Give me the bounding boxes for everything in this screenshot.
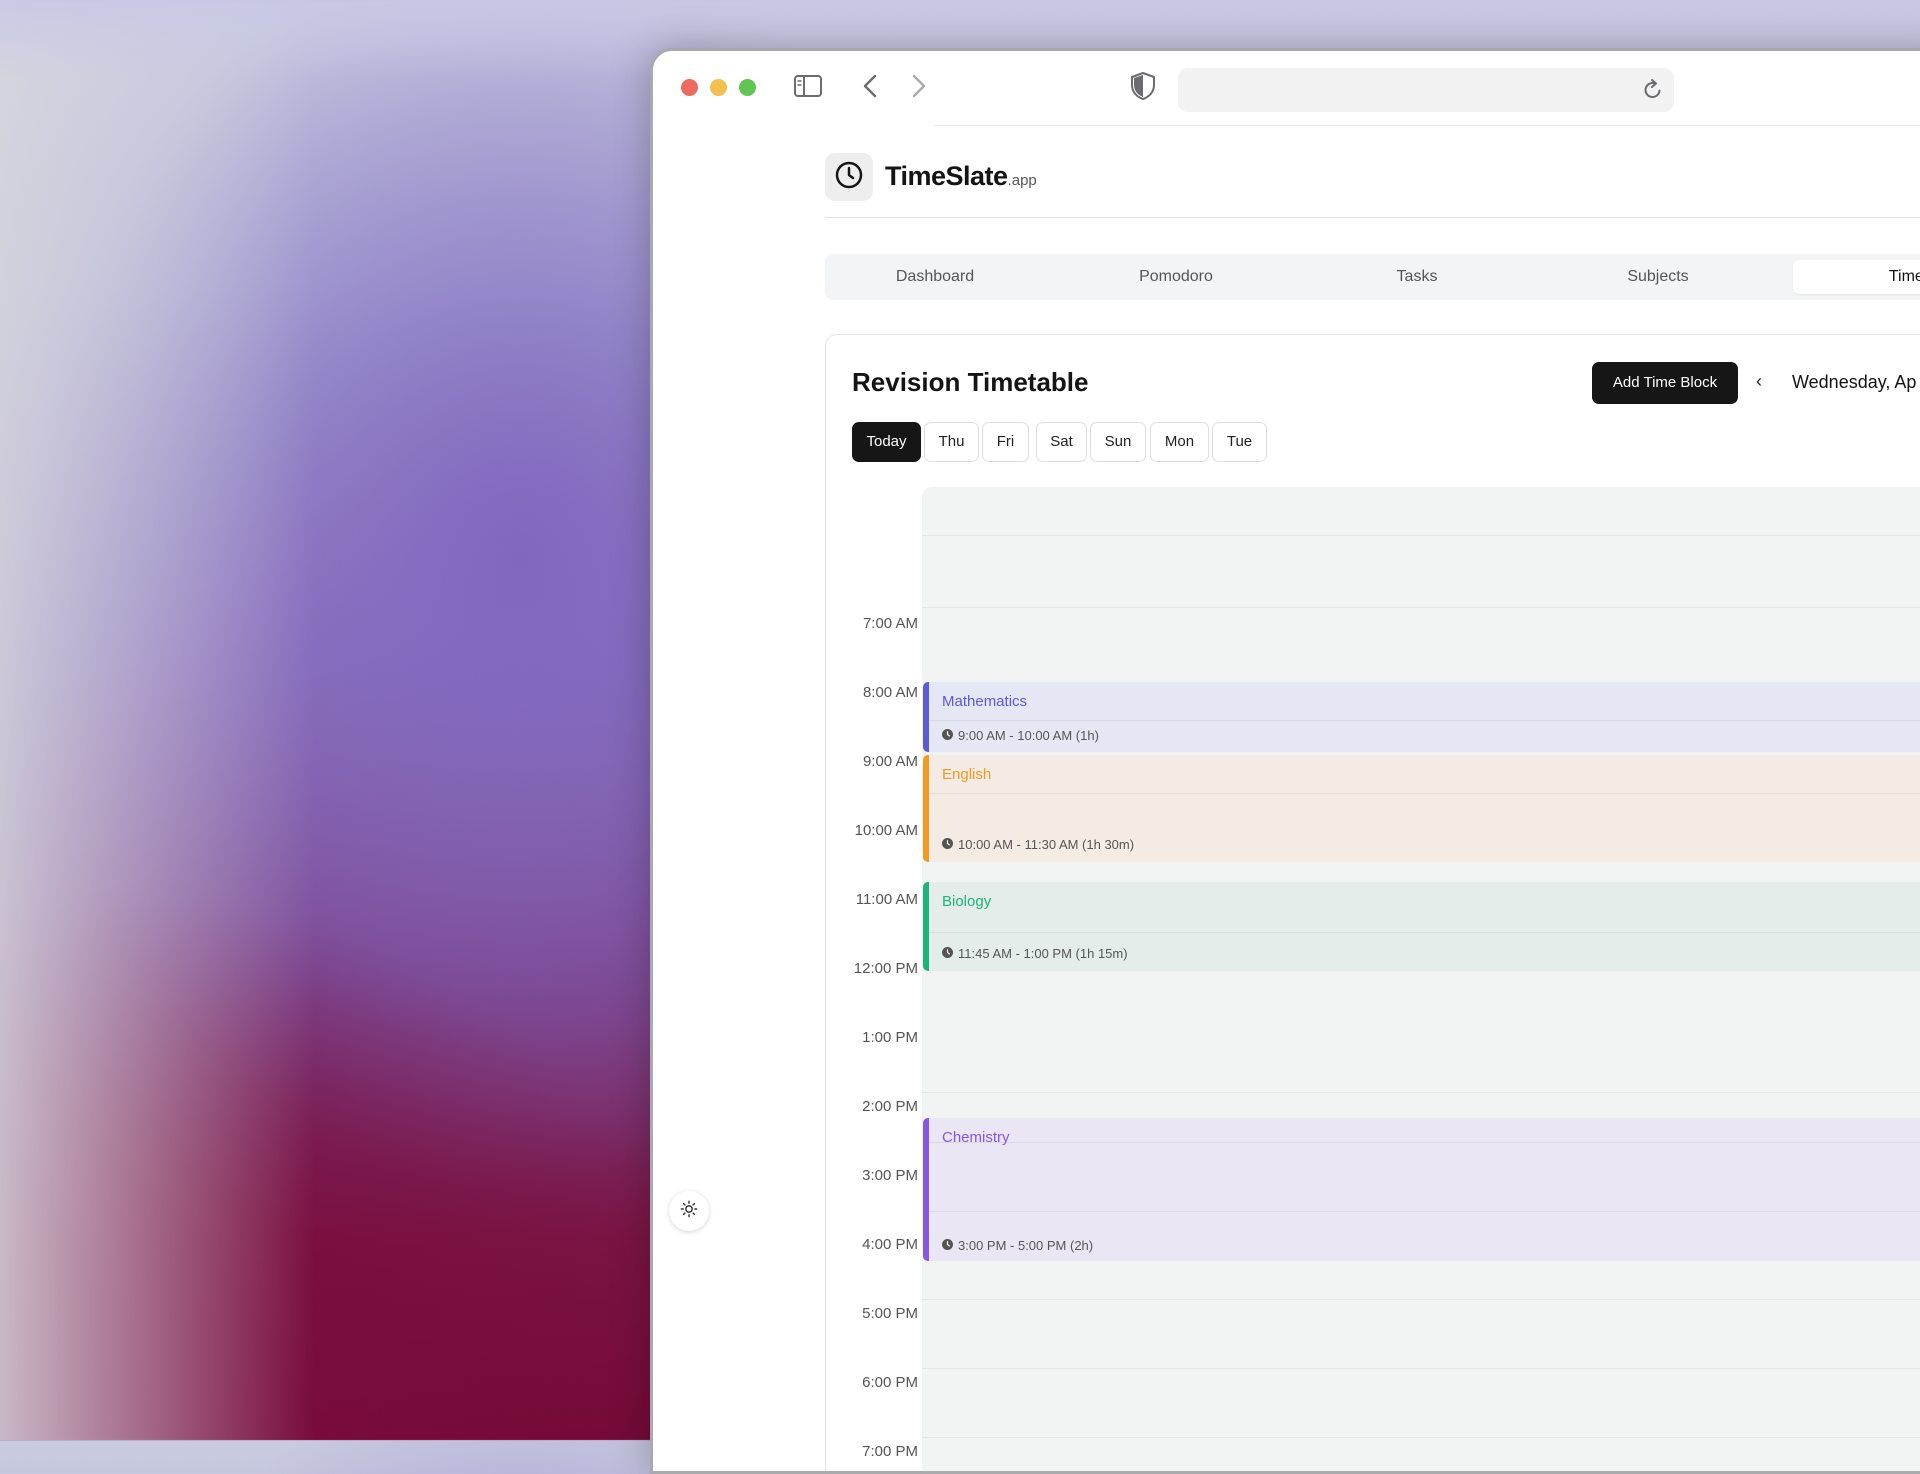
day-mon[interactable]: Mon bbox=[1150, 422, 1209, 462]
tab-pomodoro[interactable]: Pomodoro bbox=[1066, 260, 1286, 294]
block-subject: English bbox=[942, 766, 992, 783]
time-label: 1:00 PM bbox=[862, 1029, 918, 1046]
tab-tasks[interactable]: Tasks bbox=[1307, 260, 1527, 294]
day-sun[interactable]: Sun bbox=[1090, 422, 1146, 462]
back-arrow-icon[interactable] bbox=[856, 71, 886, 106]
tab-dashboard[interactable]: Dashboard bbox=[825, 260, 1045, 294]
zoom-window-button[interactable] bbox=[739, 79, 756, 96]
time-label: 7:00 PM bbox=[862, 1443, 918, 1460]
close-window-button[interactable] bbox=[681, 79, 698, 96]
block-divider bbox=[929, 1211, 1920, 1212]
time-label: 8:00 AM bbox=[862, 684, 918, 701]
time-label: 4:00 PM bbox=[862, 1236, 918, 1253]
time-label: 3:00 PM bbox=[862, 1167, 918, 1184]
time-label: 6:00 PM bbox=[862, 1374, 918, 1391]
address-bar[interactable] bbox=[1178, 68, 1674, 112]
block-time: 3:00 PM - 5:00 PM (2h) bbox=[942, 1238, 1093, 1253]
day-thu[interactable]: Thu bbox=[924, 422, 979, 462]
time-label: 2:00 PM bbox=[862, 1098, 918, 1115]
toolbar-divider bbox=[933, 125, 1920, 126]
time-label: 10:00 AM bbox=[854, 822, 918, 839]
time-label: 12:00 PM bbox=[853, 960, 918, 977]
block-divider bbox=[929, 1142, 1920, 1143]
tab-timetable[interactable]: Timeta bbox=[1793, 260, 1920, 294]
clock-icon bbox=[834, 160, 864, 195]
block-time: 9:00 AM - 10:00 AM (1h) bbox=[942, 728, 1099, 743]
browser-toolbar bbox=[653, 51, 1920, 125]
privacy-shield-icon[interactable] bbox=[1129, 71, 1157, 106]
block-divider bbox=[929, 720, 1920, 721]
clock-icon bbox=[942, 1238, 953, 1253]
timetable-grid[interactable] bbox=[922, 487, 1920, 1471]
block-time-text: 11:45 AM - 1:00 PM (1h 15m) bbox=[958, 946, 1128, 961]
time-label: 7:00 AM bbox=[862, 615, 918, 632]
theme-toggle-button[interactable] bbox=[669, 1191, 709, 1231]
block-time: 11:45 AM - 1:00 PM (1h 15m) bbox=[942, 946, 1128, 961]
block-time-text: 9:00 AM - 10:00 AM (1h) bbox=[958, 728, 1099, 743]
header-divider bbox=[825, 217, 1920, 218]
app-brand[interactable]: TimeSlate.app bbox=[885, 161, 1037, 192]
tab-subjects[interactable]: Subjects bbox=[1548, 260, 1768, 294]
clock-icon bbox=[942, 837, 953, 852]
forward-arrow-icon[interactable] bbox=[903, 71, 933, 106]
grid-line bbox=[922, 1092, 1920, 1093]
time-label: 9:00 AM bbox=[862, 753, 918, 770]
time-label: 11:00 AM bbox=[855, 891, 918, 908]
browser-window: TimeSlate.app Dashboard Pomodoro Tasks S… bbox=[650, 48, 1920, 1474]
grid-line bbox=[922, 1437, 1920, 1438]
timetable-card: Revision Timetable Add Time Block ‹ Wedn… bbox=[825, 334, 1920, 1471]
grid-line bbox=[922, 1299, 1920, 1300]
day-tue[interactable]: Tue bbox=[1212, 422, 1267, 462]
page-title: Revision Timetable bbox=[852, 367, 1089, 397]
block-subject: Chemistry bbox=[942, 1129, 1010, 1146]
reload-icon[interactable] bbox=[1642, 78, 1664, 107]
minimize-window-button[interactable] bbox=[710, 79, 727, 96]
app-suffix: .app bbox=[1007, 172, 1037, 189]
block-time-text: 10:00 AM - 11:30 AM (1h 30m) bbox=[958, 837, 1135, 852]
block-subject: Biology bbox=[942, 893, 992, 910]
main-nav-tabs: Dashboard Pomodoro Tasks Subjects Timeta bbox=[825, 254, 1920, 300]
day-today[interactable]: Today bbox=[852, 422, 921, 462]
block-divider bbox=[929, 932, 1920, 933]
sun-icon bbox=[680, 1200, 698, 1223]
time-block-biology[interactable]: Biology 11:45 AM - 1:00 PM (1h 15m) bbox=[923, 882, 1920, 971]
block-subject: Mathematics bbox=[942, 693, 1028, 710]
time-label: 5:00 PM bbox=[862, 1305, 918, 1322]
day-sat[interactable]: Sat bbox=[1036, 422, 1087, 462]
day-fri[interactable]: Fri bbox=[982, 422, 1029, 462]
previous-day-button[interactable]: ‹ bbox=[1756, 371, 1762, 392]
time-block-mathematics[interactable]: Mathematics 9:00 AM - 10:00 AM (1h) bbox=[923, 682, 1920, 752]
block-time-text: 3:00 PM - 5:00 PM (2h) bbox=[958, 1238, 1094, 1253]
clock-icon bbox=[942, 946, 953, 961]
app-logo[interactable] bbox=[825, 153, 873, 201]
desktop-sheen bbox=[0, 0, 700, 1440]
add-time-block-button[interactable]: Add Time Block bbox=[1592, 362, 1738, 404]
grid-line bbox=[922, 1368, 1920, 1369]
grid-line bbox=[922, 607, 1920, 608]
current-date-label: Wednesday, Ap bbox=[1792, 372, 1917, 392]
block-divider bbox=[929, 793, 1920, 794]
app-name: TimeSlate bbox=[885, 161, 1008, 191]
grid-line bbox=[922, 535, 1920, 536]
sidebar-toggle-icon[interactable] bbox=[793, 71, 823, 106]
clock-icon bbox=[942, 728, 953, 743]
block-time: 10:00 AM - 11:30 AM (1h 30m) bbox=[942, 837, 1134, 852]
time-block-chemistry[interactable]: Chemistry 3:00 PM - 5:00 PM (2h) bbox=[923, 1118, 1920, 1261]
time-block-english[interactable]: English 10:00 AM - 11:30 AM (1h 30m) bbox=[923, 755, 1920, 862]
